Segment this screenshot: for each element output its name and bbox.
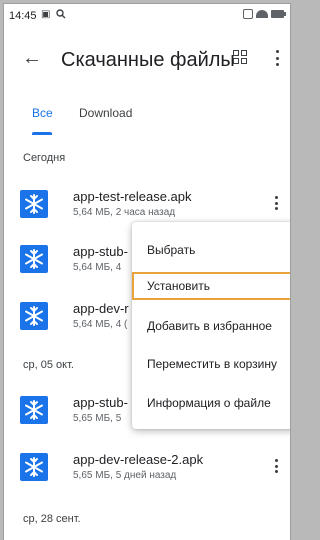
page-title: Скачанные файлы: [61, 49, 235, 71]
tab-bar: Все Download: [4, 96, 290, 138]
menu-item-file-info[interactable]: Информация о файле: [132, 389, 290, 417]
file-meta: 5,65 МБ, 5 дней назад: [73, 470, 177, 481]
file-more-icon[interactable]: [274, 459, 278, 473]
gallery-icon: ▣: [41, 9, 51, 20]
file-name: app-dev-release-2.apk: [73, 452, 204, 467]
file-meta: 5,65 МБ, 5: [73, 413, 122, 424]
file-name: app-stub-: [73, 395, 128, 410]
tab-all[interactable]: Все: [32, 106, 53, 120]
back-arrow-icon[interactable]: ←: [22, 48, 42, 68]
apk-file-icon: [20, 396, 48, 424]
apk-file-icon: [20, 190, 48, 218]
menu-item-select[interactable]: Выбрать: [132, 236, 290, 264]
phone-screen: 14:45 ▣ ← Скачанные файлы Все Download С…: [3, 3, 291, 540]
status-bar: 14:45 ▣: [4, 4, 290, 28]
section-label-date: ср, 28 сент.: [23, 513, 81, 525]
file-row[interactable]: app-dev-release-2.apk 5,65 МБ, 5 дней на…: [4, 449, 290, 499]
active-tab-indicator: [32, 132, 52, 135]
tab-download[interactable]: Download: [79, 106, 132, 120]
status-time: 14:45: [9, 10, 37, 22]
file-name: app-stub-: [73, 244, 128, 259]
section-label-today: Сегодня: [23, 152, 66, 164]
grid-view-icon[interactable]: [233, 50, 249, 66]
vibrate-icon: [243, 9, 253, 19]
file-name: app-dev-r: [73, 301, 129, 316]
more-vert-icon[interactable]: [275, 50, 279, 66]
app-bar: ← Скачанные файлы: [4, 40, 290, 84]
menu-item-move-trash[interactable]: Переместить в корзину: [132, 350, 290, 378]
search-icon: [56, 9, 66, 22]
file-context-menu: Выбрать Установить Добавить в избранное …: [132, 222, 290, 429]
apk-file-icon: [20, 302, 48, 330]
apk-file-icon: [20, 245, 48, 273]
menu-item-install[interactable]: Установить: [132, 272, 290, 300]
file-meta: 5,64 МБ, 4: [73, 262, 122, 273]
section-label-date: ср, 05 окт.: [23, 359, 74, 371]
battery-icon: [271, 10, 286, 18]
wifi-icon: [256, 10, 268, 18]
apk-file-icon: [20, 453, 48, 481]
menu-item-add-favorite[interactable]: Добавить в избранное: [132, 312, 290, 340]
file-name: app-test-release.apk: [73, 189, 192, 204]
file-meta: 5,64 МБ, 4 (: [73, 319, 128, 330]
file-more-icon[interactable]: [274, 196, 278, 210]
file-meta: 5,64 МБ, 2 часа назад: [73, 207, 176, 218]
